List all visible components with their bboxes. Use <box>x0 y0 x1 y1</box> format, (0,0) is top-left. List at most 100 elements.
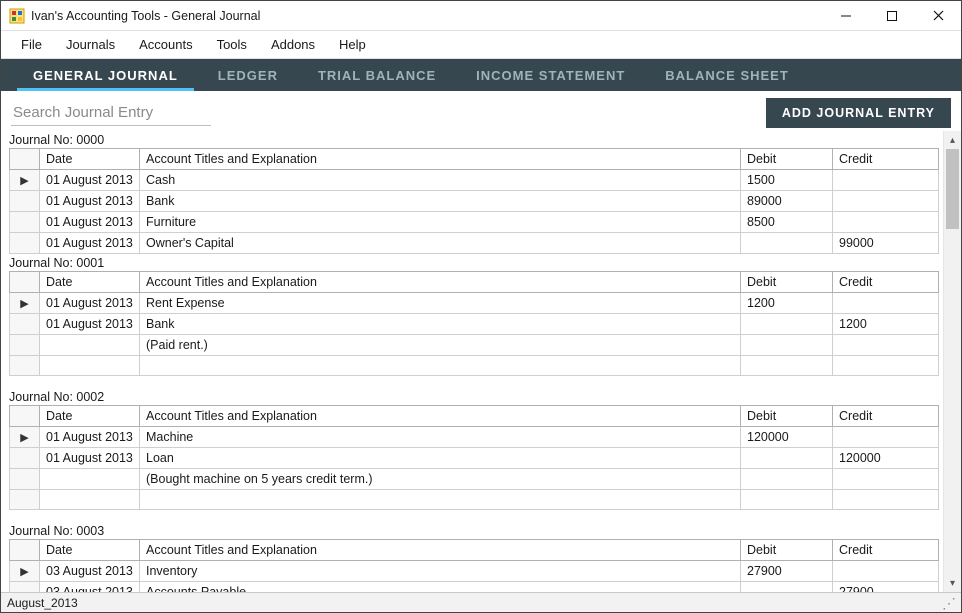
cell-credit[interactable] <box>833 293 939 314</box>
column-header-debit[interactable]: Debit <box>741 540 833 561</box>
column-header-account[interactable]: Account Titles and Explanation <box>140 272 741 293</box>
scroll-thumb[interactable] <box>946 149 959 229</box>
table-row[interactable]: 01 August 2013Bank 1200 <box>10 314 939 335</box>
cell-credit[interactable] <box>833 469 939 490</box>
cell-account[interactable]: Accounts Payable <box>140 582 741 593</box>
cell-credit[interactable] <box>833 212 939 233</box>
menu-accounts[interactable]: Accounts <box>127 33 204 56</box>
cell-account[interactable]: Machine <box>140 427 741 448</box>
resize-grip-icon[interactable]: ⋰ <box>942 596 955 610</box>
column-header-date[interactable]: Date <box>40 272 140 293</box>
row-selector[interactable] <box>10 233 40 254</box>
cell-account[interactable]: Owner's Capital <box>140 233 741 254</box>
row-selector[interactable] <box>10 356 40 376</box>
tab-balance-sheet[interactable]: BALANCE SHEET <box>645 59 809 91</box>
column-header-date[interactable]: Date <box>40 406 140 427</box>
cell-debit[interactable]: 89000 <box>741 191 833 212</box>
cell-credit[interactable]: 120000 <box>833 448 939 469</box>
table-row[interactable]: ▶01 August 2013Rent Expense1200 <box>10 293 939 314</box>
column-header-credit[interactable]: Credit <box>833 149 939 170</box>
column-header-debit[interactable]: Debit <box>741 272 833 293</box>
table-row[interactable]: ▶01 August 2013Machine120000 <box>10 427 939 448</box>
scroll-track[interactable] <box>944 149 961 574</box>
table-row[interactable]: 01 August 2013Owner's Capital 99000 <box>10 233 939 254</box>
cell-debit[interactable] <box>741 582 833 593</box>
table-row[interactable]: (Bought machine on 5 years credit term.) <box>10 469 939 490</box>
cell-debit[interactable] <box>741 335 833 356</box>
cell-account[interactable]: Bank <box>140 314 741 335</box>
minimize-button[interactable] <box>823 1 869 30</box>
cell-credit[interactable]: 1200 <box>833 314 939 335</box>
column-header-credit[interactable]: Credit <box>833 272 939 293</box>
cell-date[interactable]: 01 August 2013 <box>40 170 140 191</box>
cell-date[interactable]: 01 August 2013 <box>40 212 140 233</box>
tab-ledger[interactable]: LEDGER <box>198 59 298 91</box>
cell-account[interactable]: Rent Expense <box>140 293 741 314</box>
row-selector[interactable] <box>10 191 40 212</box>
cell-debit[interactable]: 27900 <box>741 561 833 582</box>
cell-debit[interactable] <box>741 469 833 490</box>
row-selector[interactable] <box>10 314 40 335</box>
table-row[interactable] <box>10 356 939 376</box>
cell-account[interactable]: Loan <box>140 448 741 469</box>
column-header-account[interactable]: Account Titles and Explanation <box>140 149 741 170</box>
cell-date[interactable]: 01 August 2013 <box>40 314 140 335</box>
cell-credit[interactable] <box>833 191 939 212</box>
column-header-account[interactable]: Account Titles and Explanation <box>140 540 741 561</box>
column-header-credit[interactable]: Credit <box>833 406 939 427</box>
cell-account[interactable]: (Bought machine on 5 years credit term.) <box>140 469 741 490</box>
tab-trial-balance[interactable]: TRIAL BALANCE <box>298 59 456 91</box>
cell-date[interactable] <box>40 335 140 356</box>
row-selector[interactable] <box>10 469 40 490</box>
menu-addons[interactable]: Addons <box>259 33 327 56</box>
row-selector[interactable] <box>10 490 40 510</box>
cell-date[interactable] <box>40 469 140 490</box>
cell-debit[interactable]: 1500 <box>741 170 833 191</box>
row-selector[interactable] <box>10 582 40 593</box>
maximize-button[interactable] <box>869 1 915 30</box>
cell-credit[interactable] <box>833 427 939 448</box>
cell-account[interactable]: (Paid rent.) <box>140 335 741 356</box>
tab-general-journal[interactable]: GENERAL JOURNAL <box>13 59 198 91</box>
cell-credit[interactable] <box>833 170 939 191</box>
cell-debit[interactable] <box>741 448 833 469</box>
cell-date[interactable]: 01 August 2013 <box>40 427 140 448</box>
table-row[interactable]: ▶03 August 2013Inventory27900 <box>10 561 939 582</box>
cell-debit[interactable] <box>741 233 833 254</box>
cell-debit[interactable]: 8500 <box>741 212 833 233</box>
table-row[interactable]: ▶01 August 2013Cash1500 <box>10 170 939 191</box>
cell-date[interactable]: 01 August 2013 <box>40 233 140 254</box>
scroll-up-arrow-icon[interactable]: ▴ <box>944 131 961 149</box>
cell-account[interactable]: Furniture <box>140 212 741 233</box>
close-button[interactable] <box>915 1 961 30</box>
row-selector[interactable]: ▶ <box>10 561 40 582</box>
table-row[interactable]: 01 August 2013Loan120000 <box>10 448 939 469</box>
add-journal-entry-button[interactable]: ADD JOURNAL ENTRY <box>766 98 951 128</box>
cell-debit[interactable]: 1200 <box>741 293 833 314</box>
search-input[interactable] <box>11 100 211 126</box>
cell-credit[interactable]: 99000 <box>833 233 939 254</box>
menu-file[interactable]: File <box>9 33 54 56</box>
table-row[interactable] <box>10 490 939 510</box>
menu-tools[interactable]: Tools <box>205 33 259 56</box>
column-header-date[interactable]: Date <box>40 540 140 561</box>
cell-account[interactable]: Bank <box>140 191 741 212</box>
menu-help[interactable]: Help <box>327 33 378 56</box>
table-row[interactable]: 01 August 2013Furniture8500 <box>10 212 939 233</box>
cell-account[interactable]: Inventory <box>140 561 741 582</box>
cell-debit[interactable]: 120000 <box>741 427 833 448</box>
row-selector[interactable]: ▶ <box>10 427 40 448</box>
column-header-debit[interactable]: Debit <box>741 149 833 170</box>
cell-date[interactable]: 03 August 2013 <box>40 582 140 593</box>
row-selector[interactable] <box>10 212 40 233</box>
table-row[interactable]: 01 August 2013Bank89000 <box>10 191 939 212</box>
cell-date[interactable]: 01 August 2013 <box>40 293 140 314</box>
vertical-scrollbar[interactable]: ▴ ▾ <box>943 131 961 592</box>
row-selector[interactable] <box>10 448 40 469</box>
row-selector[interactable]: ▶ <box>10 170 40 191</box>
cell-account[interactable]: Cash <box>140 170 741 191</box>
cell-credit[interactable]: 27900 <box>833 582 939 593</box>
table-row[interactable]: (Paid rent.) <box>10 335 939 356</box>
tab-income-statement[interactable]: INCOME STATEMENT <box>456 59 645 91</box>
row-selector[interactable] <box>10 335 40 356</box>
